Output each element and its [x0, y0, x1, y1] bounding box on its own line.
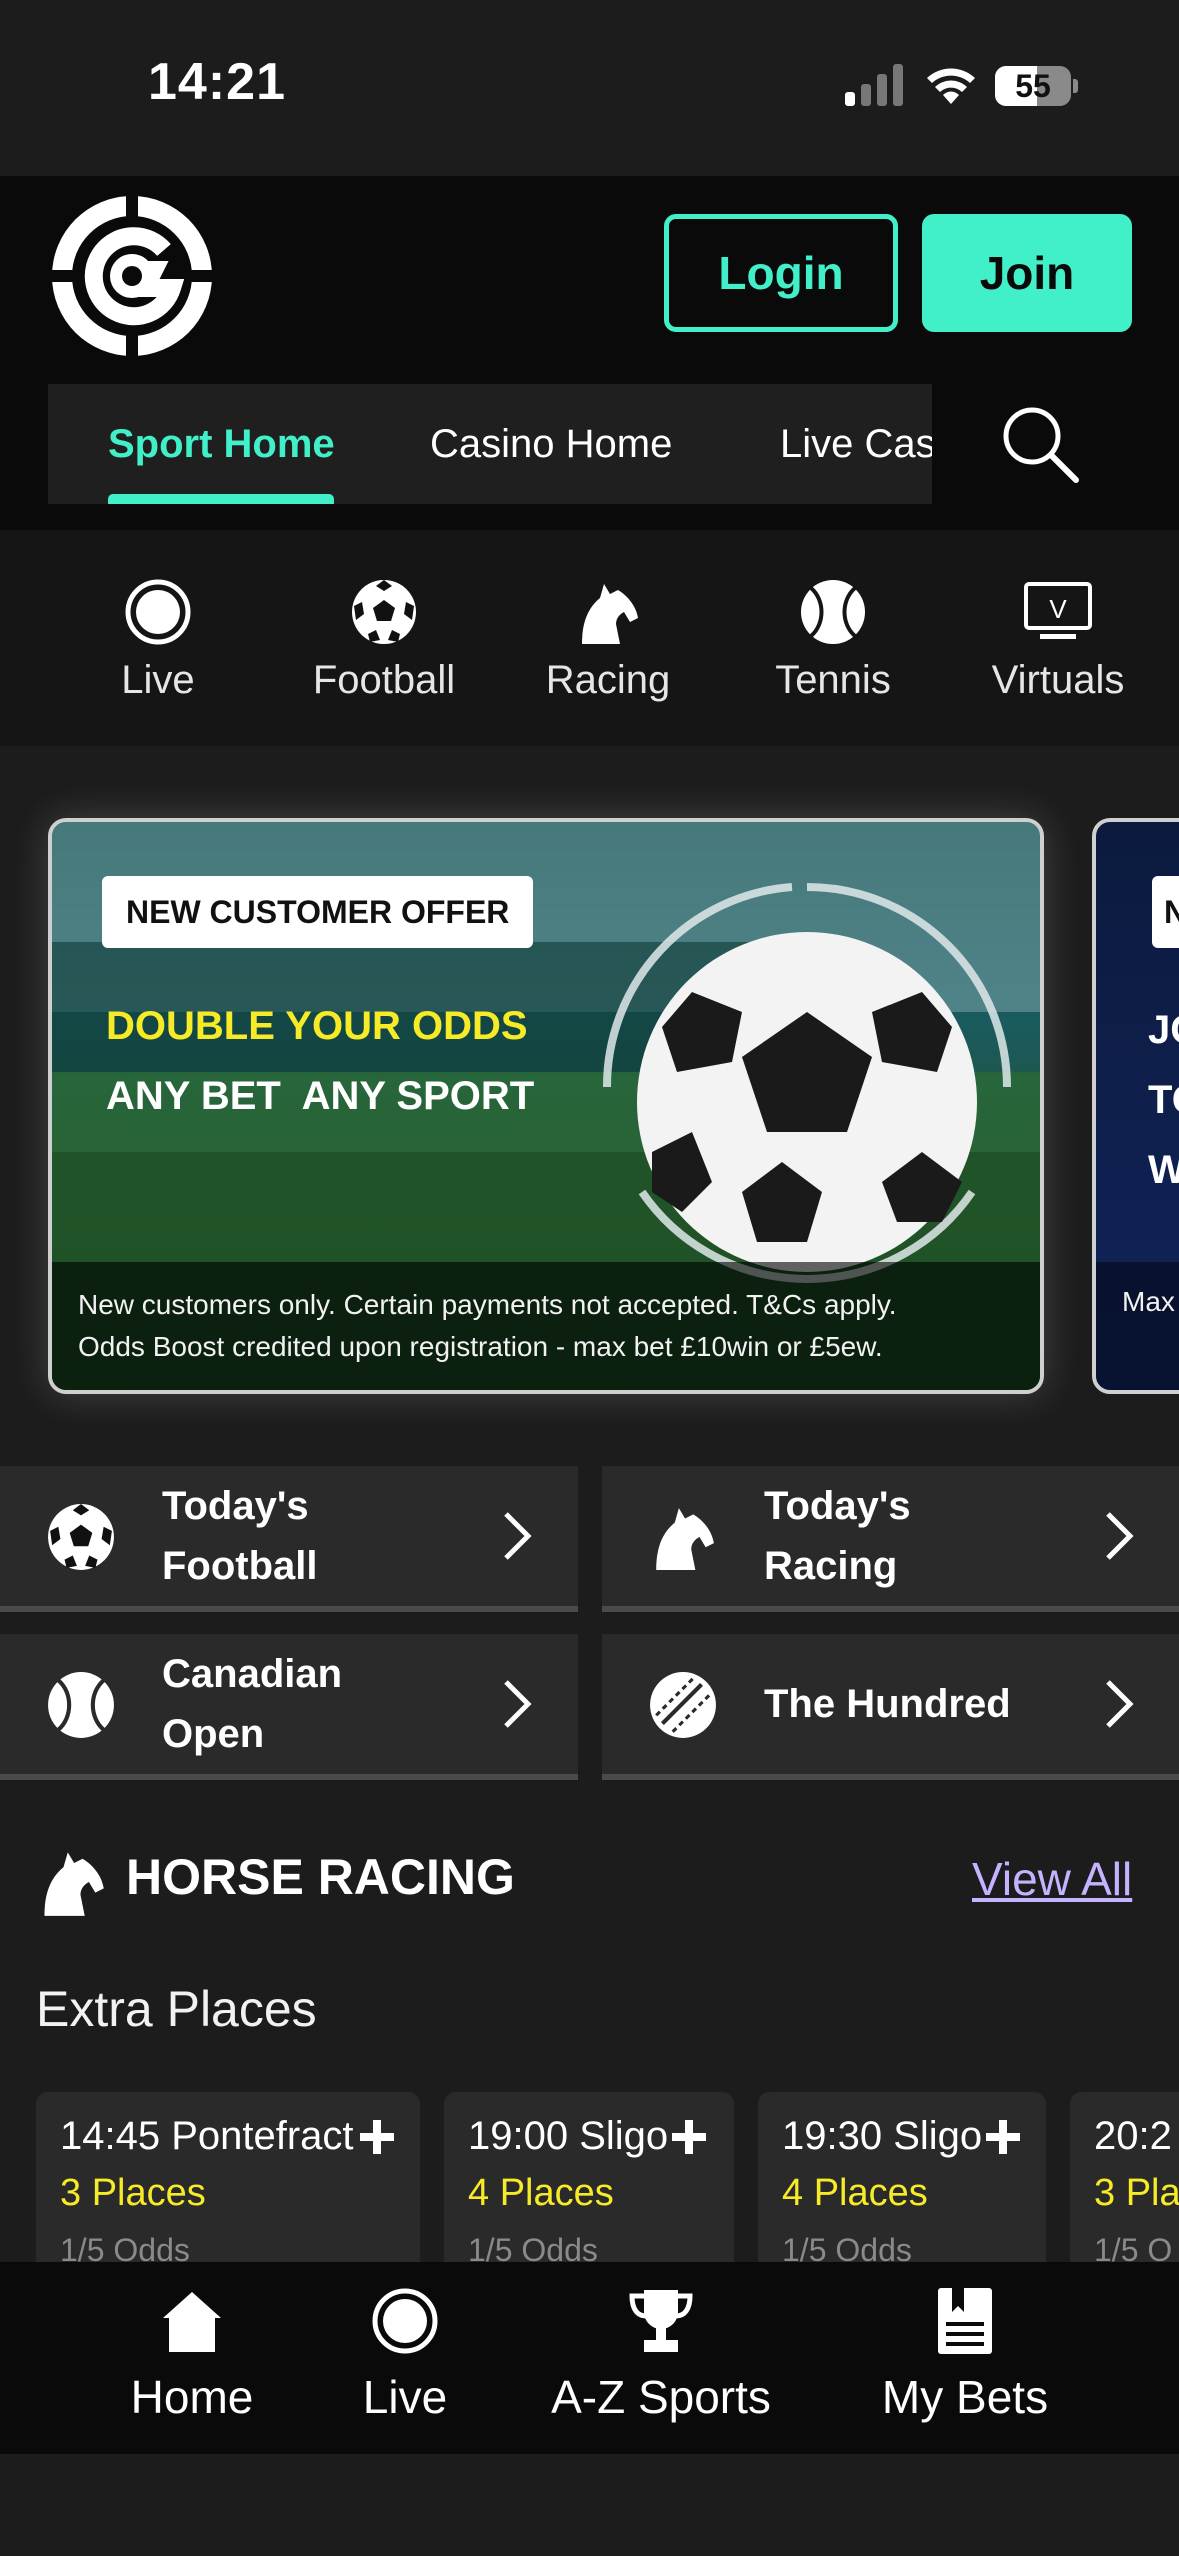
- horse-icon: [44, 1852, 104, 1916]
- tennis-icon: [48, 1672, 114, 1738]
- live-icon: [125, 579, 191, 645]
- race-time: 20:2: [1094, 2114, 1172, 2158]
- football-icon: [48, 1504, 114, 1570]
- football-icon: [352, 580, 416, 644]
- race-places: 4 Places: [468, 2172, 614, 2214]
- horse-icon: [582, 584, 638, 644]
- promo-disclaimer: Max: [1096, 1262, 1179, 1390]
- sport-football[interactable]: Football: [284, 578, 484, 738]
- race-places: 4 Places: [782, 2172, 928, 2214]
- quicklink-label: Today's Racing: [764, 1484, 911, 1588]
- quicklink-todays-football[interactable]: Today's Football: [0, 1466, 578, 1612]
- tab-active-indicator: [108, 494, 334, 504]
- race-places: 3 Pla: [1094, 2172, 1179, 2214]
- sport-tennis[interactable]: Tennis: [733, 578, 933, 738]
- bottom-nav-my-bets[interactable]: My Bets: [872, 2286, 1058, 2446]
- add-icon[interactable]: [358, 2118, 396, 2156]
- sport-label: Tennis: [775, 658, 891, 702]
- section-subtitle: Extra Places: [36, 1981, 317, 2037]
- football-image: [602, 883, 1011, 1283]
- promo-subline: ANY BET ANY SPORT: [106, 1074, 535, 1118]
- chevron-right-icon: [504, 1680, 532, 1728]
- bottom-nav-label: My Bets: [881, 2371, 1049, 2423]
- login-button[interactable]: Login: [664, 214, 898, 332]
- promo-badge: NEW CUSTOMER OFFER: [102, 876, 534, 948]
- chevron-right-icon: [1106, 1680, 1134, 1728]
- quicklink-label: The Hundred: [764, 1682, 1011, 1726]
- tab-live-casino[interactable]: Live Cas: [780, 384, 932, 504]
- promo-line: W: [1148, 1148, 1179, 1193]
- bottom-nav-az-sports[interactable]: A-Z Sports: [548, 2286, 774, 2446]
- tab-sport-home[interactable]: Sport Home: [108, 384, 335, 504]
- bottom-nav: Home Live A-Z Sports My Bets: [0, 2262, 1179, 2454]
- bottom-nav-label: Home: [130, 2371, 254, 2423]
- sport-live[interactable]: Live: [58, 578, 258, 738]
- search-icon[interactable]: [1000, 404, 1080, 484]
- promo-banner[interactable]: NEW CUSTOMER OFFER DOUBLE YOUR ODDS ANY …: [48, 818, 1044, 1394]
- tennis-icon: [801, 580, 865, 644]
- virtuals-icon: V: [1024, 582, 1092, 639]
- promo-headline: DOUBLE YOUR ODDS: [106, 1004, 528, 1048]
- sport-strip: Live Football Racing Tennis V Virtuals: [0, 530, 1179, 746]
- promo-banner-next[interactable]: N JO TO W Max: [1092, 818, 1179, 1394]
- quicklink-canadian-open[interactable]: Canadian Open: [0, 1634, 578, 1780]
- disclaimer-line: New customers only. Certain payments not…: [78, 1289, 897, 1320]
- quicklink-label: Canadian Open: [162, 1652, 343, 1756]
- quicklink-label: Today's Football: [162, 1484, 318, 1588]
- battery-level: 55: [1015, 68, 1051, 104]
- horse-icon: [656, 1508, 714, 1570]
- chevron-right-icon: [1106, 1512, 1134, 1560]
- join-button[interactable]: Join: [922, 214, 1132, 332]
- race-time: 19:00 Sligo: [468, 2114, 669, 2158]
- race-places: 3 Places: [60, 2172, 206, 2214]
- chevron-right-icon: [504, 1512, 532, 1560]
- section-title: HORSE RACING: [126, 1849, 515, 1905]
- tab-casino-home[interactable]: Casino Home: [430, 384, 672, 504]
- sport-label: Football: [312, 658, 456, 702]
- sport-label: Racing: [545, 658, 671, 702]
- race-time: 14:45 Pontefract: [60, 2114, 354, 2158]
- view-all-link[interactable]: View All: [972, 1852, 1132, 1906]
- trophy-icon: [629, 2290, 693, 2352]
- wifi-icon: [927, 68, 975, 104]
- svg-text:V: V: [1049, 594, 1067, 624]
- status-bar: 14:21 55: [0, 0, 1179, 176]
- signal-icon: [845, 64, 903, 106]
- home-indicator-area: [0, 2454, 1179, 2556]
- cricket-icon: [650, 1672, 716, 1738]
- battery-icon: 55: [995, 66, 1078, 106]
- sport-virtuals[interactable]: V Virtuals: [958, 578, 1158, 738]
- add-icon[interactable]: [670, 2118, 708, 2156]
- add-icon[interactable]: [984, 2118, 1022, 2156]
- nav-tabs: Sport Home Casino Home Live Cas: [48, 384, 932, 504]
- status-time: 14:21: [148, 53, 286, 111]
- promo-line: JO: [1148, 1008, 1179, 1052]
- promo-badge: N: [1152, 876, 1179, 948]
- bottom-nav-label: Live: [362, 2371, 448, 2423]
- quicklink-todays-racing[interactable]: Today's Racing: [602, 1466, 1179, 1612]
- bottom-nav-label: A-Z Sports: [551, 2371, 771, 2423]
- sport-racing[interactable]: Racing: [508, 578, 708, 738]
- promo-disclaimer: New customers only. Certain payments not…: [52, 1262, 1040, 1390]
- sport-label: Live: [121, 658, 195, 702]
- promo-line: TO: [1148, 1078, 1179, 1122]
- live-icon: [372, 2288, 438, 2354]
- bet-slip-icon: [938, 2288, 992, 2354]
- sport-label: Virtuals: [991, 658, 1125, 702]
- disclaimer-line: Odds Boost credited upon registration - …: [78, 1331, 883, 1362]
- brand-logo[interactable]: [46, 190, 218, 362]
- race-time: 19:30 Sligo: [782, 2114, 983, 2158]
- quicklink-the-hundred[interactable]: The Hundred: [602, 1634, 1179, 1780]
- bottom-nav-live[interactable]: Live: [340, 2286, 470, 2446]
- bottom-nav-home[interactable]: Home: [110, 2286, 274, 2446]
- home-icon: [163, 2292, 221, 2352]
